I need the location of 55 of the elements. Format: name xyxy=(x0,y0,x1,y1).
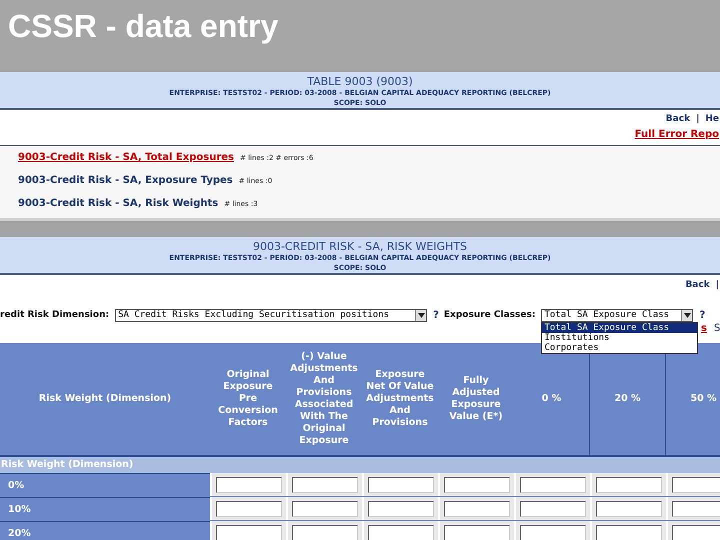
input-field[interactable] xyxy=(520,500,586,516)
input-field[interactable] xyxy=(672,500,720,516)
filter-label: Exposure Classes: xyxy=(444,310,536,320)
column-header: Exposure Net Of Value Adjustments And Provisions xyxy=(365,368,435,430)
table-title: 9003-CREDIT RISK - SA, RISK WEIGHTS xyxy=(252,240,468,253)
dropdown[interactable]: Total SA Exposure Class xyxy=(541,308,694,322)
separator: | xyxy=(716,280,719,292)
row-label: 20% xyxy=(0,521,210,540)
table-link[interactable]: 9003-Credit Risk - SA, Exposure Types xyxy=(18,175,233,186)
link-fragment[interactable]: s xyxy=(701,323,707,334)
dropdown-arrow-icon xyxy=(681,310,692,320)
slide-title: CSSR - data entry xyxy=(8,8,278,44)
input-field[interactable] xyxy=(216,476,282,492)
help-link[interactable]: ? xyxy=(699,310,706,320)
row-label: 0% xyxy=(0,473,210,497)
input-field[interactable] xyxy=(368,500,434,516)
input-field[interactable] xyxy=(292,524,358,540)
input-field[interactable] xyxy=(444,500,510,516)
column-header: Fully Adjusted Exposure Value (E*) xyxy=(448,374,504,424)
input-field[interactable] xyxy=(596,476,662,492)
input-field[interactable] xyxy=(596,524,662,540)
row-label: 10% xyxy=(0,497,210,521)
input-field[interactable] xyxy=(216,500,282,516)
help-link[interactable]: ? xyxy=(433,310,439,320)
input-field[interactable] xyxy=(444,524,510,540)
nav-link[interactable]: He xyxy=(705,114,719,129)
separator: | xyxy=(696,114,700,126)
input-field[interactable] xyxy=(368,524,434,540)
column-header: (-) Value Adjustments And Provisions Associated With The Original Exposure xyxy=(289,350,359,448)
input-field[interactable] xyxy=(520,524,586,540)
input-field[interactable] xyxy=(520,476,586,492)
group-row: Risk Weight (Dimension) xyxy=(0,455,720,473)
input-field[interactable] xyxy=(292,476,358,492)
nav-link[interactable]: Back xyxy=(685,280,710,295)
input-field[interactable] xyxy=(672,476,720,492)
column-header: Risk Weight (Dimension) xyxy=(38,392,172,406)
dropdown[interactable]: SA Credit Risks Excluding Securitisation positions xyxy=(115,308,428,322)
dropdown-arrow-icon xyxy=(415,310,426,320)
nav-link[interactable]: Back xyxy=(666,114,690,129)
table-link[interactable]: 9003-Credit Risk - SA, Risk Weights xyxy=(18,198,218,209)
error-report-link[interactable]: Full Error Repo xyxy=(634,129,719,144)
filter-label: redit Risk Dimension: xyxy=(0,310,110,320)
column-header: Original Exposure Pre Conversion Factors xyxy=(217,368,279,430)
input-field[interactable] xyxy=(216,524,282,540)
dropdown-option[interactable]: Corporates xyxy=(542,342,698,352)
input-field[interactable] xyxy=(292,500,358,516)
input-field[interactable] xyxy=(672,524,720,540)
dropdown-option[interactable]: Total SA Exposure Class xyxy=(542,322,698,332)
input-field[interactable] xyxy=(368,476,434,492)
input-field[interactable] xyxy=(596,500,662,516)
table-title: TABLE 9003 (9003) xyxy=(306,75,414,88)
link-fragment[interactable]: S xyxy=(714,323,720,334)
dropdown-option[interactable]: Institutions xyxy=(542,332,698,342)
table-link[interactable]: 9003-Credit Risk - SA, Total Exposures xyxy=(18,152,234,163)
input-field[interactable] xyxy=(444,476,510,492)
